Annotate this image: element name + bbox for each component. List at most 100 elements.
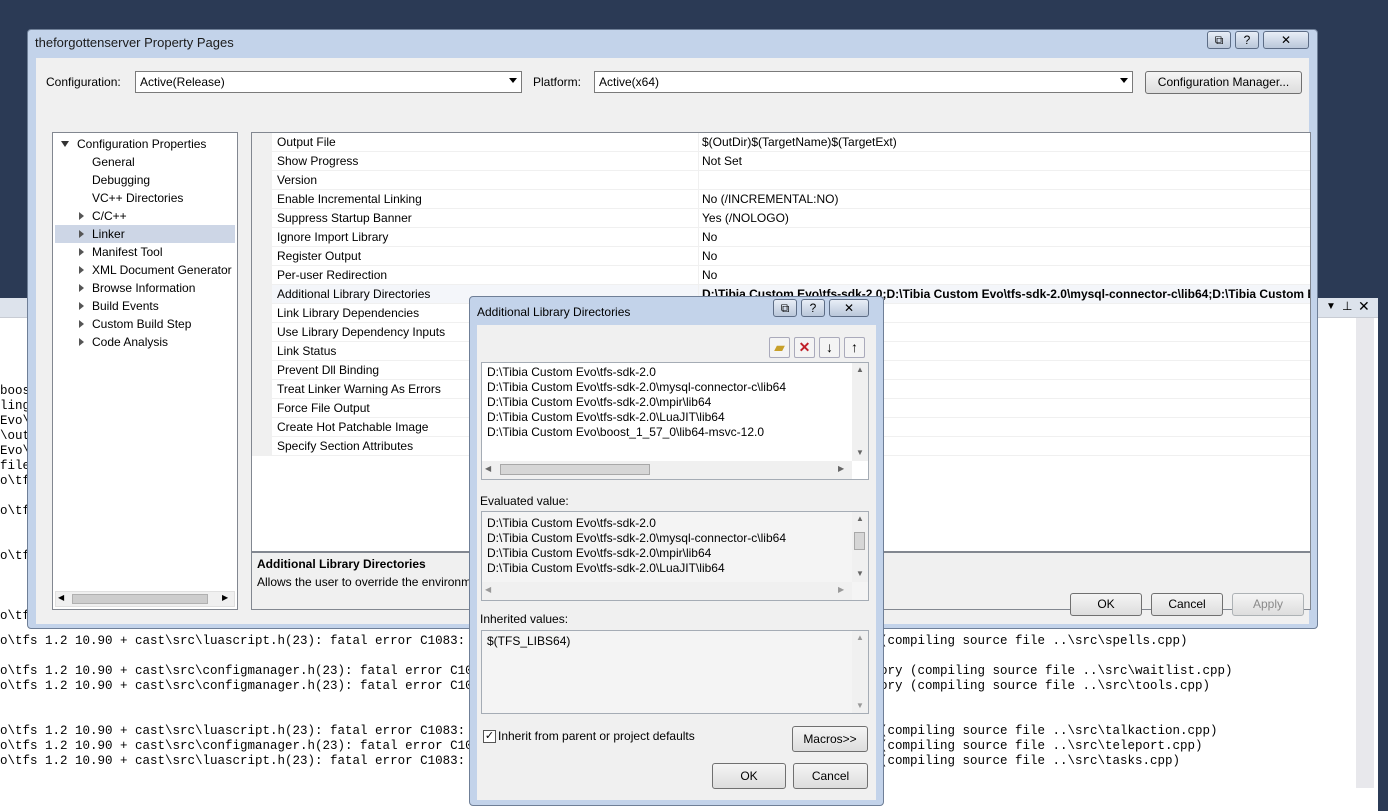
row-gutter	[252, 228, 272, 247]
property-name: Create Hot Patchable Image	[277, 420, 429, 434]
property-row[interactable]: Output File $(OutDir)$(TargetName)$(Targe…	[252, 133, 1310, 152]
expand-closed-icon[interactable]	[79, 212, 84, 220]
scroll-right-icon[interactable]: ▶	[222, 593, 228, 602]
scroll-left-icon[interactable]: ◀	[485, 585, 491, 594]
move-up-icon[interactable]: ↑	[844, 337, 865, 358]
directory-entry[interactable]: D:\Tibia Custom Evo\boost_1_57_0\lib64-m…	[487, 425, 764, 439]
directory-entry[interactable]: D:\Tibia Custom Evo\tfs-sdk-2.0\mpir\lib…	[487, 395, 711, 409]
output-scrollbar[interactable]	[1356, 318, 1374, 788]
vertical-scrollbar[interactable]: ▲ ▼	[852, 631, 868, 713]
close-icon[interactable]: ✕	[829, 299, 869, 317]
property-row[interactable]: Per-user Redirection No	[252, 266, 1310, 285]
scroll-up-icon[interactable]: ▲	[856, 365, 864, 374]
tree-item-configuration-properties[interactable]: Configuration Properties	[61, 135, 206, 153]
pin-icon[interactable]: ⊥	[1342, 299, 1352, 313]
tree-item-build-events[interactable]: Build Events	[79, 297, 159, 315]
evaluated-entry: D:\Tibia Custom Evo\tfs-sdk-2.0\mysql-co…	[487, 531, 786, 545]
property-row[interactable]: Enable Incremental Linking No (/INCREMENT…	[252, 190, 1310, 209]
scroll-right-icon[interactable]: ▶	[838, 585, 844, 594]
scroll-right-icon[interactable]: ▶	[838, 464, 844, 473]
directory-entry[interactable]: D:\Tibia Custom Evo\tfs-sdk-2.0\mysql-co…	[487, 380, 786, 394]
column-divider	[698, 171, 699, 190]
help-icon[interactable]: ?	[801, 299, 825, 317]
property-value[interactable]: Not Set	[702, 154, 742, 168]
scroll-down-icon[interactable]: ▼	[856, 448, 864, 457]
scroll-thumb[interactable]	[500, 464, 650, 475]
output-error-line: o\tfs 1.2 10.90 + cast\src\luascript.h(2…	[0, 634, 503, 648]
scroll-thumb[interactable]	[854, 532, 865, 550]
expand-closed-icon[interactable]	[79, 302, 84, 310]
close-icon[interactable]: ✕	[1358, 298, 1370, 315]
expand-closed-icon[interactable]	[79, 338, 84, 346]
tree-horizontal-scrollbar[interactable]: ◀ ▶	[55, 591, 235, 607]
property-value[interactable]: No	[702, 249, 717, 263]
expand-closed-icon[interactable]	[79, 320, 84, 328]
output-line: o\tf	[0, 474, 31, 488]
delete-icon[interactable]: ✕	[794, 337, 815, 358]
expand-closed-icon[interactable]	[79, 266, 84, 274]
tree-item-xml-document-generator[interactable]: XML Document Generator	[79, 261, 232, 279]
additional-library-directories-dialog: Additional Library Directories ⧉ ? ✕ ▰ ✕…	[469, 296, 884, 806]
property-value[interactable]: No (/INCREMENTAL:NO)	[702, 192, 838, 206]
description-text: Allows the user to override the environm…	[257, 575, 485, 589]
cancel-button[interactable]: Cancel	[793, 763, 868, 789]
help-icon[interactable]: ?	[1235, 31, 1259, 49]
horizontal-scrollbar[interactable]: ◀ ▶	[482, 582, 852, 600]
tree-item-vc-directories[interactable]: VC++ Directories	[79, 189, 183, 207]
move-down-icon[interactable]: ↓	[819, 337, 840, 358]
directories-list[interactable]: D:\Tibia Custom Evo\tfs-sdk-2.0 D:\Tibia …	[481, 362, 869, 480]
cancel-button[interactable]: Cancel	[1151, 593, 1223, 616]
ok-button[interactable]: OK	[712, 763, 786, 789]
column-divider	[698, 133, 699, 152]
platform-combo[interactable]: Active(x64)	[594, 71, 1133, 93]
scroll-up-icon[interactable]: ▲	[856, 514, 864, 523]
property-row[interactable]: Register Output No	[252, 247, 1310, 266]
scroll-down-icon[interactable]: ▼	[856, 569, 864, 578]
close-icon[interactable]: ✕	[1263, 31, 1309, 49]
property-row[interactable]: Suppress Startup Banner Yes (/NOLOGO)	[252, 209, 1310, 228]
expand-closed-icon[interactable]	[79, 230, 84, 238]
property-value[interactable]: No	[702, 230, 717, 244]
tree-item-browse-information[interactable]: Browse Information	[79, 279, 195, 297]
inherit-checkbox[interactable]: ✓	[483, 730, 496, 743]
directory-entry[interactable]: D:\Tibia Custom Evo\tfs-sdk-2.0	[487, 365, 656, 379]
expand-open-icon[interactable]	[61, 141, 69, 147]
scroll-down-icon[interactable]: ▼	[856, 701, 864, 710]
ok-button[interactable]: OK	[1070, 593, 1142, 616]
property-value[interactable]: $(OutDir)$(TargetName)$(TargetExt)	[702, 135, 897, 149]
tree-item-linker[interactable]: Linker	[55, 225, 235, 243]
scroll-left-icon[interactable]: ◀	[485, 464, 491, 473]
property-row[interactable]: Version	[252, 171, 1310, 190]
output-error-line-tail: (compiling source file ..\src\spells.cpp…	[880, 634, 1188, 648]
horizontal-scrollbar[interactable]: ◀ ▶	[482, 461, 852, 479]
directory-entry[interactable]: D:\Tibia Custom Evo\tfs-sdk-2.0\LuaJIT\l…	[487, 410, 725, 424]
new-folder-icon[interactable]: ▰	[769, 337, 790, 358]
tree-item-manifest-tool[interactable]: Manifest Tool	[79, 243, 162, 261]
tree-item-code-analysis[interactable]: Code Analysis	[79, 333, 168, 351]
vertical-scrollbar[interactable]: ▲ ▼	[852, 363, 868, 461]
apply-button[interactable]: Apply	[1232, 593, 1304, 616]
tree-item-c-c-[interactable]: C/C++	[79, 207, 127, 225]
macros-button[interactable]: Macros>>	[792, 726, 868, 752]
evaluated-value-box: D:\Tibia Custom Evo\tfs-sdk-2.0 D:\Tibia …	[481, 511, 869, 601]
help-window-icon[interactable]: ⧉	[1207, 31, 1231, 49]
tree-item-debugging[interactable]: Debugging	[79, 171, 150, 189]
dropdown-icon[interactable]: ▼	[1326, 301, 1336, 312]
tree-item-general[interactable]: General	[79, 153, 135, 171]
inherit-checkbox-label[interactable]: Inherit from parent or project defaults	[498, 729, 695, 743]
property-value[interactable]: Yes (/NOLOGO)	[702, 211, 789, 225]
property-name: Ignore Import Library	[277, 230, 389, 244]
property-row[interactable]: Ignore Import Library No	[252, 228, 1310, 247]
vertical-scrollbar[interactable]: ▲ ▼	[852, 512, 868, 582]
expand-closed-icon[interactable]	[79, 248, 84, 256]
expand-closed-icon[interactable]	[79, 284, 84, 292]
scroll-left-icon[interactable]: ◀	[58, 593, 64, 602]
scroll-thumb[interactable]	[72, 594, 208, 604]
configuration-combo[interactable]: Active(Release)	[135, 71, 522, 93]
tree-item-custom-build-step[interactable]: Custom Build Step	[79, 315, 191, 333]
scroll-up-icon[interactable]: ▲	[856, 633, 864, 642]
configuration-manager-button[interactable]: Configuration Manager...	[1145, 71, 1302, 94]
help-window-icon[interactable]: ⧉	[773, 299, 797, 317]
property-row[interactable]: Show Progress Not Set	[252, 152, 1310, 171]
property-value[interactable]: No	[702, 268, 717, 282]
